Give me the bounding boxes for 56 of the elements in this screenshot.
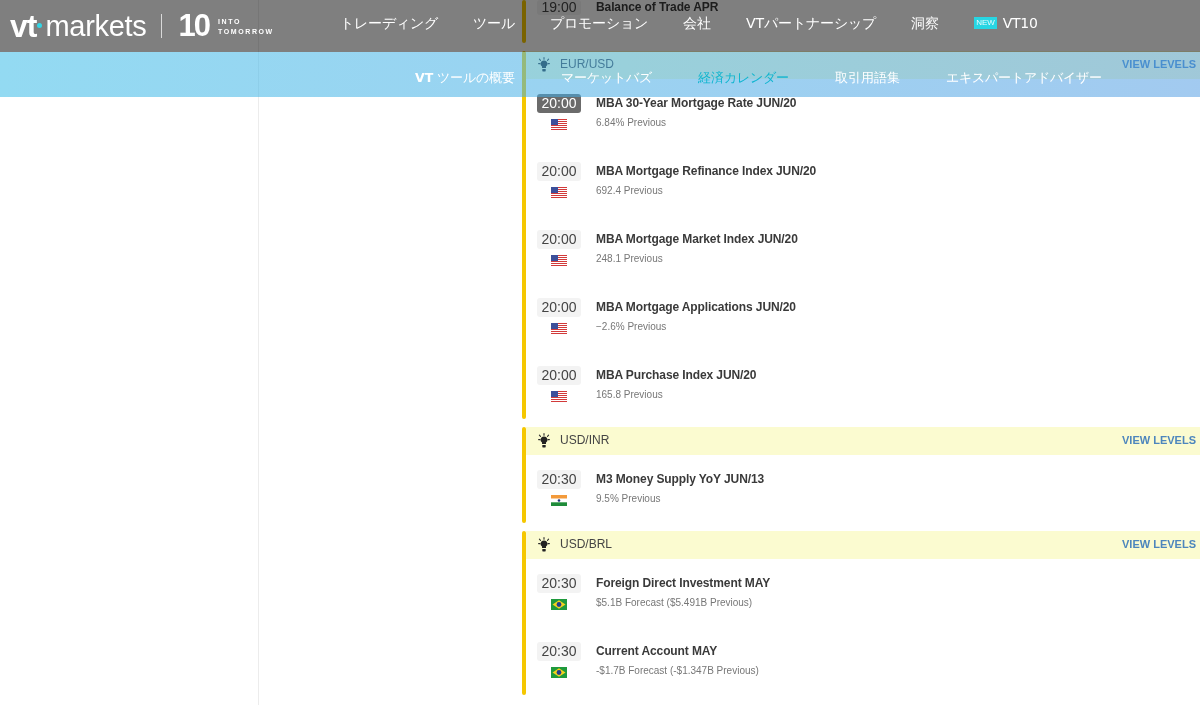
event-detail: 692.4 Previous bbox=[596, 185, 663, 197]
event-time: 19:00 bbox=[537, 0, 581, 15]
us-flag-icon bbox=[551, 187, 567, 198]
currency-pair: EUR/USD bbox=[560, 58, 614, 70]
event-title: M3 Money Supply YoY JUN/13 bbox=[596, 471, 765, 488]
event-time: 20:00 bbox=[537, 94, 581, 113]
nav-link-label[interactable]: VT10 bbox=[1002, 15, 1038, 31]
event-title: MBA 30-Year Mortgage Rate JUN/20 bbox=[596, 95, 797, 112]
event-time: 20:30 bbox=[537, 642, 581, 661]
nav-link[interactable]: NEW VT10 bbox=[974, 15, 1038, 31]
event-time: 20:00 bbox=[537, 230, 581, 249]
event-detail: 6.84% Previous bbox=[596, 117, 667, 129]
event-time: 20:00 bbox=[537, 366, 581, 385]
event-title: MBA Mortgage Refinance Index JUN/20 bbox=[596, 163, 817, 180]
logo-dot-icon bbox=[37, 23, 43, 28]
nav-link[interactable]: ツール bbox=[473, 15, 515, 31]
lightbulb-icon bbox=[538, 433, 550, 448]
event-title: MBA Purchase Index JUN/20 bbox=[596, 367, 757, 384]
us-flag-icon bbox=[551, 255, 567, 266]
event-detail: 248.1 Previous bbox=[596, 253, 663, 265]
event-detail: 9.5% Previous bbox=[596, 493, 661, 505]
us-flag-icon bbox=[551, 391, 567, 402]
event-detail: −2.6% Previous bbox=[596, 321, 667, 333]
event-detail: 165.8 Previous bbox=[596, 389, 663, 401]
event-time: 20:30 bbox=[537, 574, 581, 593]
event-title: Current Account MAY bbox=[596, 643, 718, 660]
event-detail: -$1.7B Forecast (-$1.347B Previous) bbox=[596, 665, 759, 677]
event-time: 20:00 bbox=[537, 298, 581, 317]
nav-link[interactable]: VTパートナーシップ bbox=[746, 15, 877, 31]
us-flag-icon bbox=[551, 119, 567, 130]
logo-wordmark-suffix: markets bbox=[45, 10, 147, 42]
event-title: Foreign Direct Investment MAY bbox=[596, 575, 771, 592]
nav-link[interactable]: 洞察 bbox=[911, 15, 940, 31]
timeline-bar bbox=[522, 0, 526, 43]
anniversary-logo: 10 bbox=[178, 10, 209, 42]
event-title: MBA Mortgage Market Index JUN/20 bbox=[596, 231, 798, 248]
event-time: 20:30 bbox=[537, 470, 581, 489]
event-time: 20:00 bbox=[537, 162, 581, 181]
view-levels-link[interactable]: VIEW LEVELS bbox=[1122, 538, 1196, 550]
nav-link[interactable]: トレーディング bbox=[340, 15, 438, 31]
event-title: Balance of Trade APR bbox=[596, 0, 719, 15]
view-levels-link[interactable]: VIEW LEVELS bbox=[1122, 434, 1196, 446]
logo-wordmark: vt bbox=[10, 10, 37, 42]
lightbulb-icon bbox=[538, 57, 550, 72]
lightbulb-icon bbox=[538, 537, 550, 552]
currency-pair: USD/INR bbox=[560, 434, 610, 446]
currency-pair: USD/BRL bbox=[560, 538, 612, 550]
india-flag-icon bbox=[551, 495, 567, 506]
event-detail: $5.1B Forecast ($5.491B Previous) bbox=[596, 597, 753, 609]
brazil-flag-icon bbox=[551, 667, 567, 678]
us-flag-icon bbox=[551, 323, 567, 334]
event-title: MBA Mortgage Applications JUN/20 bbox=[596, 299, 796, 316]
nav-link[interactable]: プロモーション bbox=[550, 15, 648, 31]
new-badge: NEW bbox=[974, 17, 997, 29]
brazil-flag-icon bbox=[551, 599, 567, 610]
nav-link[interactable]: 会社 bbox=[683, 15, 711, 31]
